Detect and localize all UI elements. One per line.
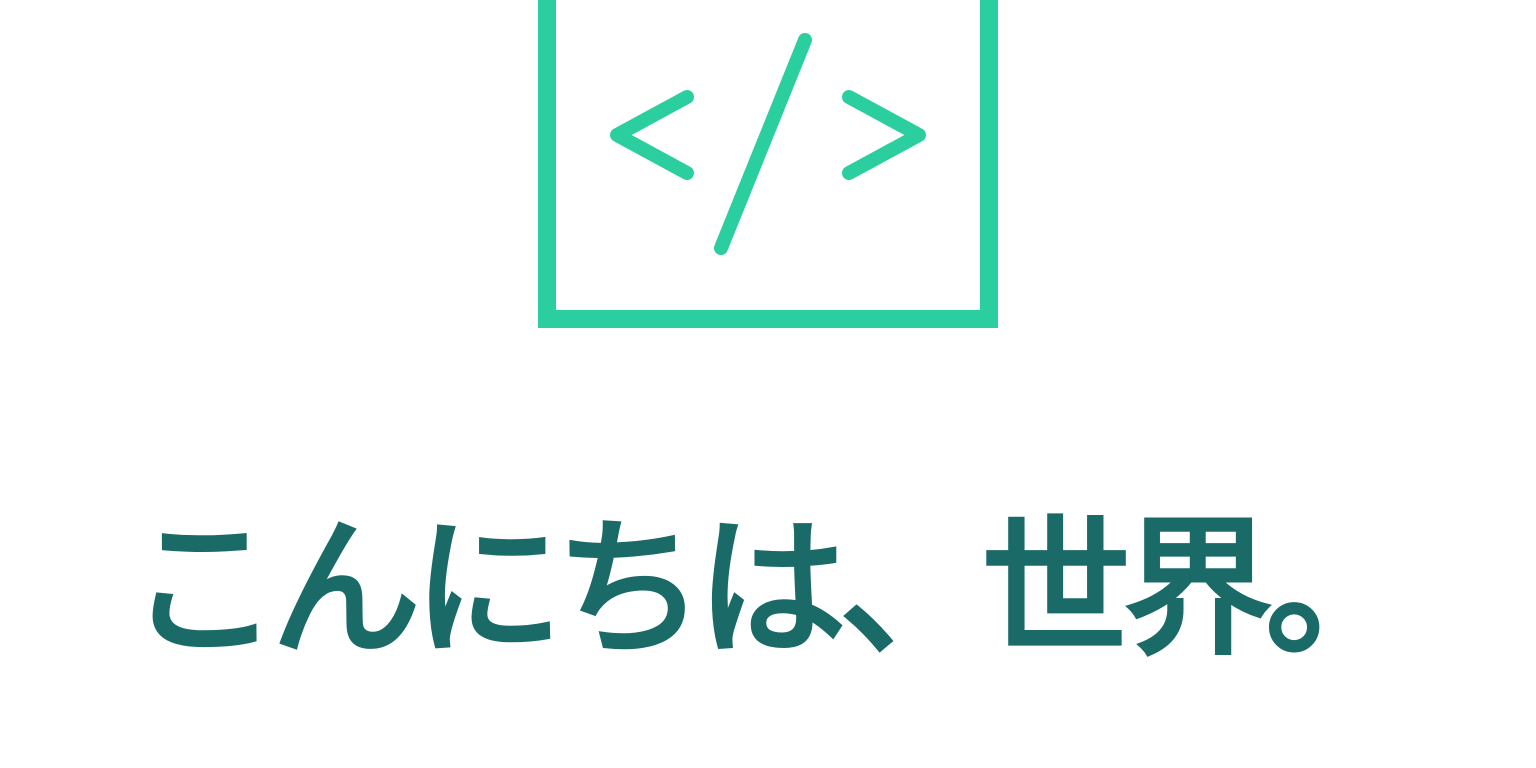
hello-world-heading: こんにちは、世界。 xyxy=(128,503,1415,677)
right-angle-bracket xyxy=(842,90,926,180)
left-angle-bracket xyxy=(610,90,694,180)
code-logo xyxy=(0,0,1536,360)
code-brackets-icon xyxy=(538,0,998,328)
forward-slash xyxy=(714,33,812,255)
frame-outline xyxy=(538,0,998,328)
